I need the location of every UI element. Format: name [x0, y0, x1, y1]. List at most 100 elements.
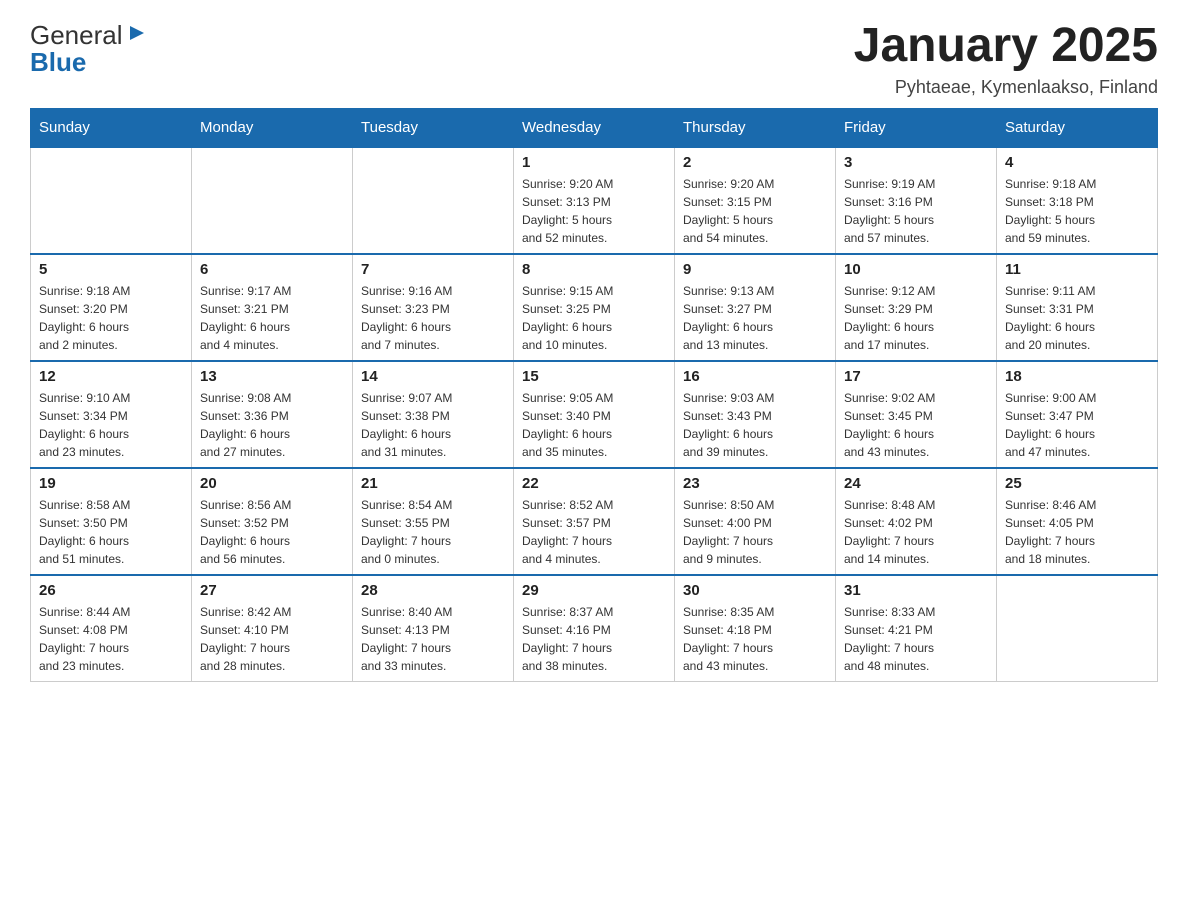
day-info: Sunrise: 9:15 AMSunset: 3:25 PMDaylight:… [522, 282, 666, 354]
calendar-day-empty-0-1 [192, 147, 353, 254]
header-cell-sunday: Sunday [31, 108, 192, 147]
calendar-day-15: 15Sunrise: 9:05 AMSunset: 3:40 PMDayligh… [514, 361, 675, 468]
day-number: 20 [200, 475, 344, 492]
day-info: Sunrise: 8:54 AMSunset: 3:55 PMDaylight:… [361, 496, 505, 568]
day-info: Sunrise: 9:19 AMSunset: 3:16 PMDaylight:… [844, 175, 988, 247]
calendar-day-4: 4 Sunrise: 9:18 AMSunset: 3:18 PMDaylight… [997, 147, 1158, 254]
calendar-day-empty-0-0 [31, 147, 192, 254]
calendar-week-2: 5 Sunrise: 9:18 AMSunset: 3:20 PMDaylight… [31, 254, 1158, 361]
calendar-day-13: 13 Sunrise: 9:08 AMSunset: 3:36 PMDayligh… [192, 361, 353, 468]
page-title: January 2025 [854, 20, 1158, 73]
calendar-day-19: 19 Sunrise: 8:58 AMSunset: 3:50 PMDayligh… [31, 468, 192, 575]
day-info: Sunrise: 8:37 AMSunset: 4:16 PMDaylight:… [522, 603, 666, 675]
calendar-week-5: 26Sunrise: 8:44 AMSunset: 4:08 PMDayligh… [31, 575, 1158, 682]
day-info: Sunrise: 9:20 AMSunset: 3:13 PMDaylight:… [522, 175, 666, 247]
day-info: Sunrise: 9:11 AMSunset: 3:31 PMDaylight:… [1005, 282, 1149, 354]
calendar-day-24: 24Sunrise: 8:48 AMSunset: 4:02 PMDayligh… [836, 468, 997, 575]
page-header: General Blue January 2025 Pyhtaeae, Kyme… [30, 20, 1158, 98]
day-number: 2 [683, 154, 827, 171]
calendar-day-22: 22 Sunrise: 8:52 AMSunset: 3:57 PMDayligh… [514, 468, 675, 575]
day-number: 12 [39, 368, 183, 385]
day-info: Sunrise: 8:40 AMSunset: 4:13 PMDaylight:… [361, 603, 505, 675]
day-number: 14 [361, 368, 505, 385]
header-cell-wednesday: Wednesday [514, 108, 675, 147]
logo-blue-text: Blue [30, 47, 86, 78]
calendar-day-11: 11 Sunrise: 9:11 AMSunset: 3:31 PMDayligh… [997, 254, 1158, 361]
day-number: 11 [1005, 261, 1149, 278]
day-info: Sunrise: 8:33 AMSunset: 4:21 PMDaylight:… [844, 603, 988, 675]
calendar-week-3: 12 Sunrise: 9:10 AMSunset: 3:34 PMDayligh… [31, 361, 1158, 468]
day-info: Sunrise: 9:13 AMSunset: 3:27 PMDaylight:… [683, 282, 827, 354]
calendar-day-28: 28 Sunrise: 8:40 AMSunset: 4:13 PMDayligh… [353, 575, 514, 682]
calendar-body: 1Sunrise: 9:20 AMSunset: 3:13 PMDaylight… [31, 147, 1158, 682]
calendar-day-12: 12 Sunrise: 9:10 AMSunset: 3:34 PMDayligh… [31, 361, 192, 468]
header-row: SundayMondayTuesdayWednesdayThursdayFrid… [31, 108, 1158, 147]
day-number: 24 [844, 475, 988, 492]
header-cell-monday: Monday [192, 108, 353, 147]
page-subtitle: Pyhtaeae, Kymenlaakso, Finland [854, 77, 1158, 98]
calendar-day-6: 6 Sunrise: 9:17 AMSunset: 3:21 PMDaylight… [192, 254, 353, 361]
title-section: January 2025 Pyhtaeae, Kymenlaakso, Finl… [854, 20, 1158, 98]
day-number: 29 [522, 582, 666, 599]
day-info: Sunrise: 9:17 AMSunset: 3:21 PMDaylight:… [200, 282, 344, 354]
calendar-day-27: 27 Sunrise: 8:42 AMSunset: 4:10 PMDayligh… [192, 575, 353, 682]
calendar-day-25: 25Sunrise: 8:46 AMSunset: 4:05 PMDayligh… [997, 468, 1158, 575]
day-info: Sunrise: 9:00 AMSunset: 3:47 PMDaylight:… [1005, 389, 1149, 461]
header-cell-friday: Friday [836, 108, 997, 147]
day-info: Sunrise: 8:42 AMSunset: 4:10 PMDaylight:… [200, 603, 344, 675]
day-number: 19 [39, 475, 183, 492]
calendar-day-30: 30Sunrise: 8:35 AMSunset: 4:18 PMDayligh… [675, 575, 836, 682]
calendar-week-1: 1Sunrise: 9:20 AMSunset: 3:13 PMDaylight… [31, 147, 1158, 254]
day-number: 6 [200, 261, 344, 278]
day-info: Sunrise: 9:10 AMSunset: 3:34 PMDaylight:… [39, 389, 183, 461]
day-info: Sunrise: 9:03 AMSunset: 3:43 PMDaylight:… [683, 389, 827, 461]
calendar-day-14: 14 Sunrise: 9:07 AMSunset: 3:38 PMDayligh… [353, 361, 514, 468]
calendar-day-31: 31 Sunrise: 8:33 AMSunset: 4:21 PMDayligh… [836, 575, 997, 682]
header-cell-saturday: Saturday [997, 108, 1158, 147]
calendar-day-5: 5 Sunrise: 9:18 AMSunset: 3:20 PMDaylight… [31, 254, 192, 361]
calendar-week-4: 19 Sunrise: 8:58 AMSunset: 3:50 PMDayligh… [31, 468, 1158, 575]
day-number: 18 [1005, 368, 1149, 385]
day-number: 28 [361, 582, 505, 599]
day-number: 13 [200, 368, 344, 385]
day-number: 27 [200, 582, 344, 599]
day-info: Sunrise: 8:50 AMSunset: 4:00 PMDaylight:… [683, 496, 827, 568]
day-info: Sunrise: 9:20 AMSunset: 3:15 PMDaylight:… [683, 175, 827, 247]
day-number: 31 [844, 582, 988, 599]
day-number: 8 [522, 261, 666, 278]
calendar-day-8: 8 Sunrise: 9:15 AMSunset: 3:25 PMDaylight… [514, 254, 675, 361]
calendar-day-17: 17Sunrise: 9:02 AMSunset: 3:45 PMDayligh… [836, 361, 997, 468]
day-number: 7 [361, 261, 505, 278]
calendar-day-23: 23Sunrise: 8:50 AMSunset: 4:00 PMDayligh… [675, 468, 836, 575]
calendar-day-20: 20Sunrise: 8:56 AMSunset: 3:52 PMDayligh… [192, 468, 353, 575]
day-info: Sunrise: 9:08 AMSunset: 3:36 PMDaylight:… [200, 389, 344, 461]
day-number: 15 [522, 368, 666, 385]
day-number: 22 [522, 475, 666, 492]
day-number: 30 [683, 582, 827, 599]
day-info: Sunrise: 9:18 AMSunset: 3:18 PMDaylight:… [1005, 175, 1149, 247]
day-info: Sunrise: 8:44 AMSunset: 4:08 PMDaylight:… [39, 603, 183, 675]
day-number: 10 [844, 261, 988, 278]
day-number: 9 [683, 261, 827, 278]
day-number: 3 [844, 154, 988, 171]
calendar-day-18: 18 Sunrise: 9:00 AMSunset: 3:47 PMDayligh… [997, 361, 1158, 468]
calendar-day-21: 21Sunrise: 8:54 AMSunset: 3:55 PMDayligh… [353, 468, 514, 575]
calendar-day-7: 7 Sunrise: 9:16 AMSunset: 3:23 PMDaylight… [353, 254, 514, 361]
calendar-day-16: 16 Sunrise: 9:03 AMSunset: 3:43 PMDayligh… [675, 361, 836, 468]
calendar-header: SundayMondayTuesdayWednesdayThursdayFrid… [31, 108, 1158, 147]
day-info: Sunrise: 9:07 AMSunset: 3:38 PMDaylight:… [361, 389, 505, 461]
day-number: 17 [844, 368, 988, 385]
day-number: 25 [1005, 475, 1149, 492]
day-info: Sunrise: 9:16 AMSunset: 3:23 PMDaylight:… [361, 282, 505, 354]
calendar-day-26: 26Sunrise: 8:44 AMSunset: 4:08 PMDayligh… [31, 575, 192, 682]
day-info: Sunrise: 8:58 AMSunset: 3:50 PMDaylight:… [39, 496, 183, 568]
calendar-day-2: 2 Sunrise: 9:20 AMSunset: 3:15 PMDaylight… [675, 147, 836, 254]
day-info: Sunrise: 8:52 AMSunset: 3:57 PMDaylight:… [522, 496, 666, 568]
calendar-day-1: 1Sunrise: 9:20 AMSunset: 3:13 PMDaylight… [514, 147, 675, 254]
calendar-table: SundayMondayTuesdayWednesdayThursdayFrid… [30, 108, 1158, 682]
day-number: 4 [1005, 154, 1149, 171]
day-info: Sunrise: 9:18 AMSunset: 3:20 PMDaylight:… [39, 282, 183, 354]
calendar-day-3: 3 Sunrise: 9:19 AMSunset: 3:16 PMDaylight… [836, 147, 997, 254]
day-number: 5 [39, 261, 183, 278]
day-number: 16 [683, 368, 827, 385]
